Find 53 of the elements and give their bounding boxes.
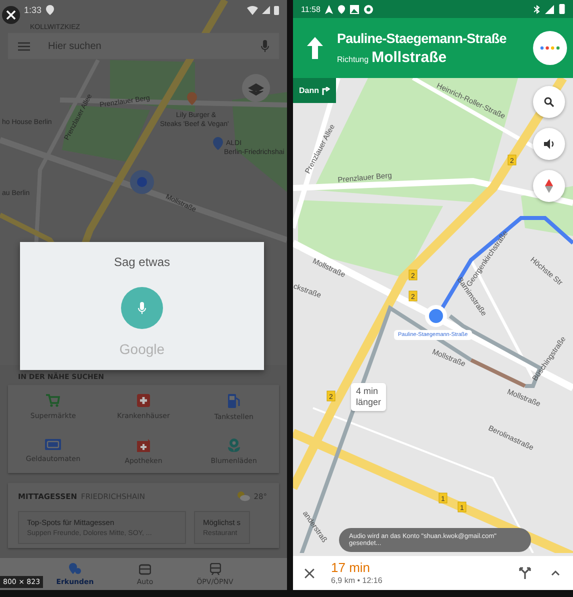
cart-icon [46,394,60,407]
place-pin-icon [213,137,223,150]
search-icon [544,97,554,107]
signal-icon [262,6,270,14]
location-dot [425,305,447,327]
caret-up-icon [550,570,560,576]
microphone-icon[interactable] [261,40,269,52]
close-icon [304,568,314,578]
trip-distance: 6,9 km • 12:16 [331,576,382,585]
assistant-dots-icon [540,46,560,50]
hospital-icon [136,394,150,407]
speaker-icon [544,139,554,149]
place-pin-icon [187,92,197,105]
browser-icon [364,4,374,14]
layers-button[interactable] [242,74,270,102]
direction-street: Mollstraße [372,48,447,66]
status-time: 11:58 [301,4,320,14]
time-difference-note: länger [356,396,382,408]
street-name: Pauline-Staegemann-Straße [337,30,508,46]
turn-right-icon [322,86,330,94]
status-time: 1:33 [24,5,42,15]
battery-icon [274,6,279,14]
dialog-title: Sag etwas [114,255,170,269]
compass-icon [545,179,553,193]
next-turn-text: Dann [299,86,319,95]
location-icon [338,4,346,14]
image-icon [350,4,360,14]
location-icon [46,5,54,15]
fork-arrows-icon [519,567,531,579]
weather-icon [236,491,250,501]
microphone-icon [138,302,146,314]
assistant-button[interactable] [533,31,567,65]
flower-icon [226,438,241,452]
close-icon [6,10,16,20]
trip-duration: 17 min [331,561,372,576]
pharmacy-icon [136,438,150,452]
train-icon [210,562,220,574]
location-dot [130,170,154,194]
bluetooth-icon [534,4,540,14]
explore-pin-icon [69,562,81,574]
menu-icon[interactable] [18,42,30,50]
signal-icon [545,4,554,14]
navigation-arrow-icon [325,4,334,14]
microphone-button[interactable] [121,287,163,329]
wifi-icon [247,6,258,14]
cash-icon [45,439,62,450]
fuel-pump-icon [228,394,240,408]
straight-arrow-icon [307,37,323,59]
car-icon [139,562,151,574]
brand-text: Google [119,341,165,357]
direction-prefix: Richtung [337,54,369,64]
time-difference: 4 min [356,386,380,397]
battery-icon [559,4,565,14]
